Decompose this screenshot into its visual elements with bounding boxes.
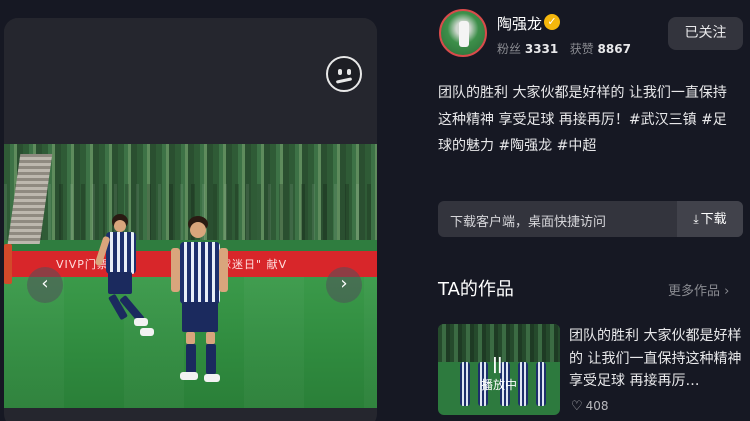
author-stats: 粉丝 3331 获赞 8867 bbox=[497, 40, 631, 57]
more-works-link[interactable]: 更多作品 › bbox=[668, 280, 729, 299]
author-name[interactable]: 陶强龙 bbox=[497, 13, 542, 34]
likes-label: 获赞 bbox=[569, 42, 594, 56]
download-button[interactable]: ⤓ 下载 bbox=[677, 201, 743, 237]
media-viewer: VIVP门票 "球迷日" 献V ‹ › bbox=[4, 18, 377, 421]
follow-button[interactable]: 已关注 bbox=[668, 17, 743, 50]
chevron-left-icon: ‹ bbox=[41, 273, 49, 294]
download-banner-text: 下载客户端，桌面快捷访问 bbox=[450, 215, 607, 230]
next-image-button[interactable]: › bbox=[326, 267, 362, 303]
verified-badge-icon: ✓ bbox=[544, 14, 560, 30]
fans-count: 3331 bbox=[524, 42, 559, 56]
viewer-backdrop bbox=[4, 18, 377, 144]
heart-icon: ♡ bbox=[571, 399, 583, 414]
emoji-face-icon[interactable] bbox=[326, 56, 362, 92]
likes-count: 8867 bbox=[597, 42, 631, 56]
playing-status: 播放中 bbox=[480, 378, 517, 392]
fans-label: 粉丝 bbox=[497, 42, 522, 56]
post-description: 团队的胜利 大家伙都是好样的 让我们一直保持这种精神 享受足球 再接再厉！#武汉… bbox=[438, 85, 727, 154]
chevron-right-icon: › bbox=[724, 284, 730, 299]
work-description[interactable]: 团队的胜利 大家伙都是好样的 让我们一直保持这种精神 享受足球 再接再厉… bbox=[569, 325, 745, 393]
work-likes-count: 408 bbox=[585, 399, 609, 413]
more-works-label: 更多作品 bbox=[668, 284, 721, 299]
work-likes: ♡ 408 bbox=[571, 399, 609, 414]
playing-bars-icon: || bbox=[492, 354, 503, 373]
work-thumbnail[interactable]: || 播放中 bbox=[438, 324, 560, 415]
previous-image-button[interactable]: ‹ bbox=[27, 267, 63, 303]
download-button-label: 下载 bbox=[700, 212, 727, 227]
download-banner[interactable]: 下载客户端，桌面快捷访问 ⤓ 下载 bbox=[438, 201, 743, 237]
chevron-right-icon: › bbox=[340, 273, 348, 294]
works-section-title: TA的作品 bbox=[438, 279, 514, 300]
author-avatar[interactable] bbox=[439, 9, 487, 57]
download-arrow-icon: ⤓ bbox=[693, 212, 699, 226]
